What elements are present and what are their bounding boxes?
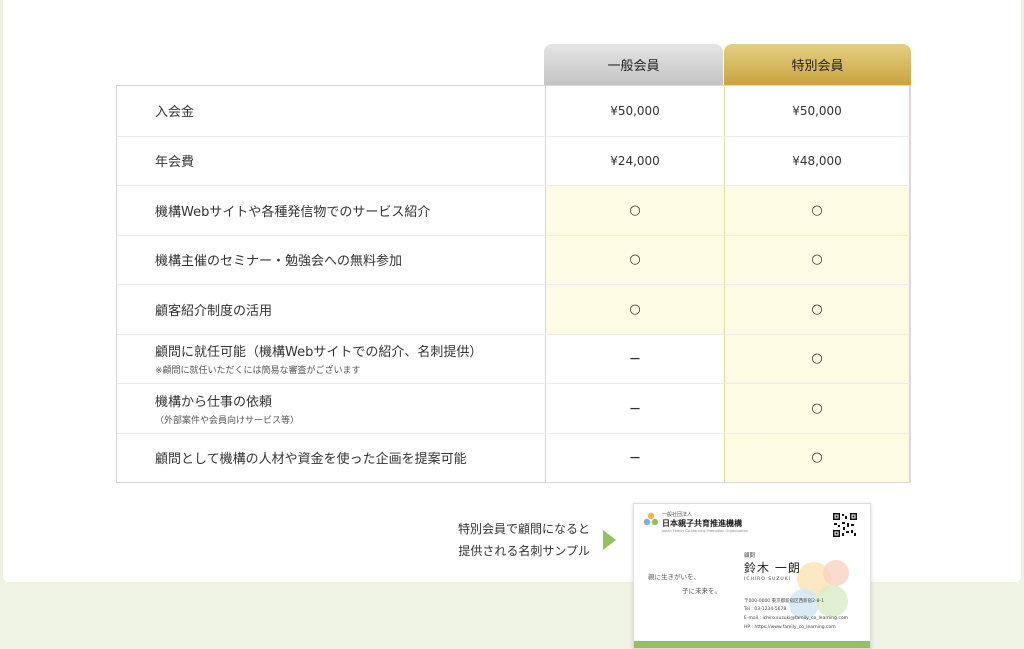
sample-caption-line1: 特別会員で顧問になると [457,522,590,536]
column-header-general: 一般会員 [544,44,723,85]
card-slogan-line1: 親に生きがいを、 [648,573,700,581]
row-note: ※顧問に就任いただくには簡易な審査がございます [155,366,361,377]
card-org-type: 一般社団法人 [662,512,693,518]
row-note: （外部案件や会員向けサービス等） [155,415,300,426]
table-row: 顧客紹介制度の活用 ○ ○ [117,284,910,334]
table-row: 顧問として機構の人材や資金を使った企画を提案可能 － ○ [117,432,910,483]
row-label: 機構Webサイトや各種発信物でのサービス紹介 [117,186,545,235]
table-row: 入会金 ¥50,000 ¥50,000 [117,86,910,136]
card-slogan-line2: 子に未来を。 [682,587,721,595]
card-role: 顧問 [744,553,756,559]
row-label: 機構主催のセミナー・勉強会への無料参加 [117,236,545,285]
table-row: 年会費 ¥24,000 ¥48,000 [117,135,910,186]
special-value: ¥48,000 [724,136,910,185]
card-org-name: 日本親子共育推進機構 [662,519,742,528]
sample-caption-line2: 提供される名刺サンプル [458,544,590,558]
qr-code-icon [832,512,858,538]
table-row: 機構から仕事の依頼 （外部案件や会員向けサービス等） － ○ [117,383,910,433]
special-value: ○ [724,235,910,284]
special-value: ○ [724,334,910,383]
special-value: ○ [724,186,910,235]
general-value: ○ [545,285,724,334]
general-value: － [545,334,724,383]
special-value: ¥50,000 [724,86,910,136]
general-value: ¥24,000 [545,136,724,185]
sample-caption: 特別会員で顧問になると 提供される名刺サンプル [430,518,590,562]
card-hp: HP : https://www.family_co_learning.com [744,625,836,630]
table-row: 顧問に就任可能（機構Webサイトでの紹介、名刺提供） ※顧問に就任いただくには簡… [117,333,910,384]
card-address: 〒000-0000 東京都新宿区西新宿2-8-1 [744,599,824,604]
row-label-text: 機構から仕事の依頼 [155,394,273,410]
table-row: 機構Webサイトや各種発信物でのサービス紹介 ○ ○ [117,185,910,235]
general-value: － [545,384,724,433]
general-value: ○ [545,235,724,284]
special-value: ○ [724,285,910,334]
card-name-en: ICHIRO SUZUKI [744,577,792,582]
general-value: ○ [545,186,724,235]
card-name: 鈴木 一朗 [744,561,801,575]
card-email: E-mail : ichiro.suzuki@family_co_learnin… [744,616,848,621]
row-label-text: 機構Webサイトや各種発信物でのサービス紹介 [155,204,431,220]
row-label: 年会費 [117,137,545,186]
row-label-text: 顧問に就任可能（機構Webサイトでの紹介、名刺提供） [155,345,483,361]
row-label: 機構から仕事の依頼 （外部案件や会員向けサービス等） [117,384,545,433]
row-label-text: 顧客紹介制度の活用 [155,303,273,319]
column-header-special: 特別会員 [724,44,911,85]
arrow-right-icon [603,530,616,550]
special-value: ○ [724,384,910,433]
card-tel: Tel : 03-1234-5678 [744,607,787,612]
row-label: 入会金 [117,86,545,136]
general-value: ¥50,000 [545,86,724,136]
row-label-text: 顧問として機構の人材や資金を使った企画を提案可能 [155,452,467,468]
org-logo-icon [643,512,659,526]
row-label: 顧問に就任可能（機構Webサイトでの紹介、名刺提供） ※顧問に就任いただくには簡… [117,335,545,384]
row-label: 顧問として機構の人材や資金を使った企画を提案可能 [117,434,545,483]
row-label-text: 年会費 [155,155,195,171]
row-label-text: 入会金 [155,105,195,121]
row-label: 顧客紹介制度の活用 [117,285,545,334]
card-org-name-en: Japan Family Co-learning Promotion Organ… [662,529,748,533]
table-row: 機構主催のセミナー・勉強会への無料参加 ○ ○ [117,234,910,285]
special-value: ○ [724,433,910,482]
general-value: － [545,433,724,482]
membership-comparison-table: 入会金 ¥50,000 ¥50,000 年会費 ¥24,000 ¥48,000 … [116,85,911,483]
business-card-sample: 一般社団法人 日本親子共育推進機構 Japan Family Co-learni… [633,503,871,649]
row-label-text: 機構主催のセミナー・勉強会への無料参加 [155,254,403,270]
